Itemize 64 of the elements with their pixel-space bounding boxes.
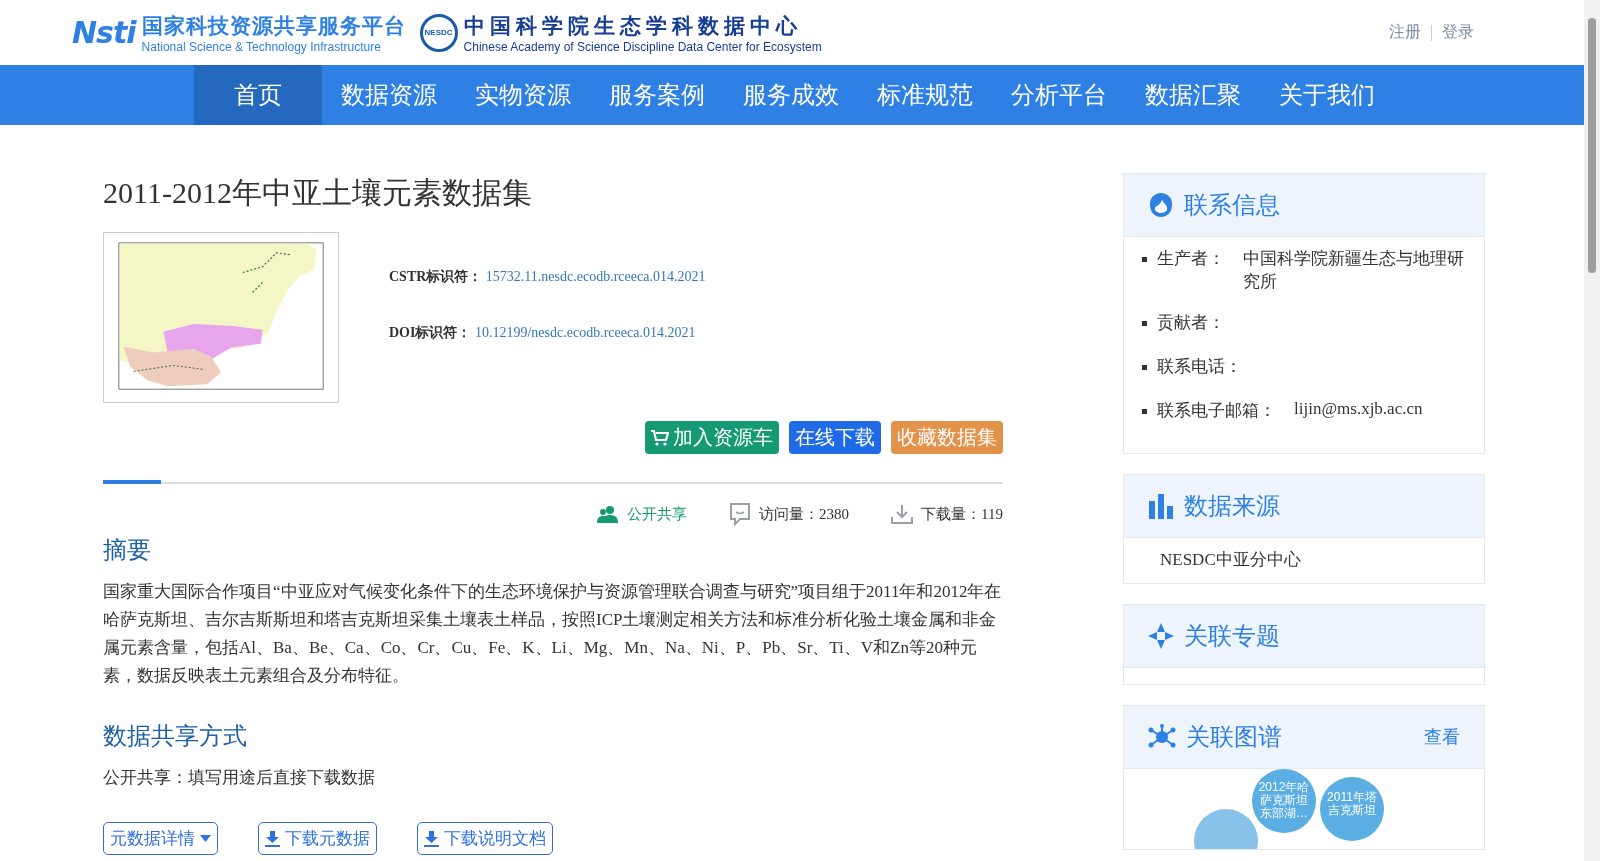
field-value: 中国科学院新疆生态与地理研究所 — [1242, 248, 1465, 293]
field-value: lijin@ms.xjb.ac.cn — [1293, 399, 1423, 420]
nav-item[interactable]: 标准规范 — [858, 65, 992, 125]
download-icon — [424, 830, 439, 847]
download-button[interactable]: 在线下载 — [789, 421, 881, 454]
bullet-icon — [1142, 321, 1147, 326]
source-text: NESDC中亚分中心 — [1159, 549, 1302, 571]
users-icon — [597, 505, 620, 523]
logo-badge: NESDC — [419, 13, 458, 52]
dropdown-button[interactable]: 元数据详情 — [103, 822, 218, 855]
section-heading: 数据共享方式 — [103, 722, 248, 751]
cart-icon — [651, 429, 669, 446]
graph-node[interactable]: 2012年哈萨克斯坦东部湖… — [1252, 769, 1316, 833]
logo-subtitle: Chinese Academy of Science Discipline Data Center for Ecosystem — [463, 39, 822, 54]
bar-chart-icon — [1148, 493, 1174, 519]
section-text: 国家重大国际合作项目“中亚应对气候变化条件下的生态环境保护与资源管理联合调查与研究”项目组于2011年和2012年在哈萨克斯坦、吉尔吉斯斯坦和塔吉克斯坦采集土壤表土样品，按照ICP土壤测定相关方法和标准分析化验土壤金属和非金属元素含量，包括Al、Ba、Be、Ca、Co、Cr、Cu、Fe、K、Li、Mg、Mn、Na、Ni、P、Pb、Sr、Ti、V和Zn等20种元素，数据反映表土元素组合及分布特征。 — [103, 581, 1003, 687]
section-heading: 摘要 — [103, 536, 152, 565]
identifier-link[interactable]: 10.12199/nesdc.ecodb.rceeca.014.2021 — [474, 325, 696, 340]
section-text: 公开共享：填写用途后直接下载数据 — [103, 767, 376, 789]
nav-item[interactable]: 数据资源 — [322, 65, 456, 125]
user-link[interactable]: 注册 — [1389, 22, 1421, 43]
field-label: 贡献者： — [1157, 312, 1225, 334]
nav-item[interactable]: 实物资源 — [456, 65, 590, 125]
stat-text: 访问量：2380 — [759, 504, 850, 524]
logo-title: 中国科学院生态学科数据中心 — [463, 12, 803, 39]
bullet-icon — [1142, 257, 1147, 262]
graph-node[interactable]: 2011年塔吉克斯坦 — [1320, 777, 1384, 841]
card-title: 数据来源 — [1184, 491, 1280, 521]
card-title: 关联图谱 — [1186, 722, 1282, 752]
nav-item[interactable]: 服务案例 — [590, 65, 724, 125]
identifier-link[interactable]: 15732.11.nesdc.ecodb.rceeca.014.2021 — [485, 269, 706, 284]
identifier-label: DOI标识符： — [389, 325, 472, 340]
download-button[interactable]: 下载说明文档 — [417, 822, 553, 855]
nav-item[interactable]: 首页 — [194, 65, 322, 125]
logo-subtitle: National Science & Technology Infrastructure — [141, 39, 382, 54]
field-label: 联系电子邮箱： — [1157, 400, 1276, 422]
comment-icon — [729, 502, 752, 526]
sharing-link[interactable]: 公开共享 — [627, 504, 688, 524]
cart-button[interactable]: 加入资源车 — [645, 421, 779, 454]
nav-item[interactable]: 分析平台 — [992, 65, 1126, 125]
nav-item[interactable]: 数据汇聚 — [1126, 65, 1260, 125]
download-icon — [265, 830, 280, 847]
stat-text: 下载量：119 — [921, 504, 1003, 524]
nav-item[interactable]: 关于我们 — [1260, 65, 1394, 125]
download-button[interactable]: 下载元数据 — [258, 822, 377, 855]
scrollbar[interactable] — [1584, 0, 1600, 861]
caret-icon — [200, 835, 211, 842]
logo-title: 国家科技资源共享服务平台 — [141, 12, 406, 39]
download-icon — [891, 504, 914, 524]
bullet-icon — [1142, 409, 1147, 414]
field-label: 生产者： — [1157, 248, 1225, 270]
logo-mark: Nsti — [72, 15, 136, 50]
field-label: 联系电话： — [1157, 356, 1242, 378]
compass-icon — [1148, 623, 1174, 649]
nav-item[interactable]: 服务成效 — [724, 65, 858, 125]
card-title: 关联专题 — [1184, 621, 1280, 651]
bullet-icon — [1142, 365, 1147, 370]
user-link[interactable]: 登录 — [1442, 22, 1474, 43]
identifier-label: CSTR标识符： — [389, 269, 483, 284]
card-title: 联系信息 — [1184, 190, 1280, 220]
network-icon — [1148, 724, 1176, 750]
favorite-button[interactable]: 收藏数据集 — [891, 421, 1003, 454]
dataset-title: 2011-2012年中亚土壤元素数据集 — [103, 175, 533, 211]
view-link[interactable]: 查看 — [1424, 725, 1460, 749]
